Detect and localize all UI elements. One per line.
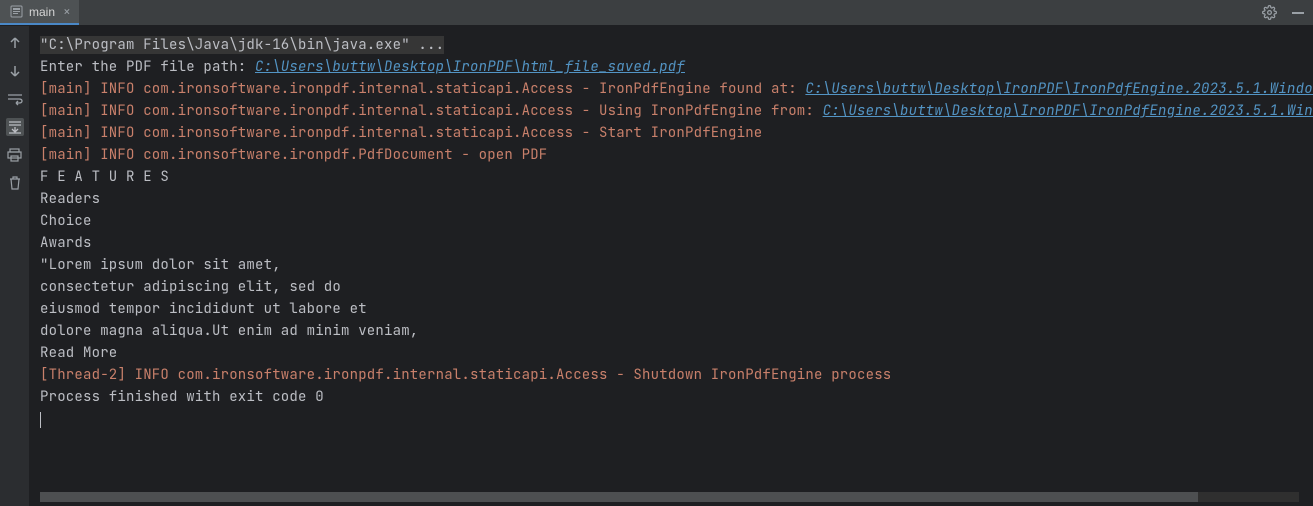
down-arrow-icon[interactable] [6,62,24,80]
exit-line: Process finished with exit code 0 [40,386,1313,408]
output-line: Readers [40,188,1313,210]
tab-label: main [29,5,55,19]
log-line: [main] INFO com.ironsoftware.ironpdf.int… [40,102,823,120]
scrollbar-thumb[interactable] [40,492,1198,502]
minimize-icon[interactable] [1291,6,1305,20]
titlebar-actions [1262,5,1305,20]
output-line: "Lorem ipsum dolor sit amet, [40,254,1313,276]
output-line: Awards [40,232,1313,254]
console-output[interactable]: "C:\Program Files\Java\jdk-16\bin\java.e… [30,26,1313,506]
log-line: [Thread-2] INFO com.ironsoftware.ironpdf… [40,366,891,384]
run-tool-titlebar: main × [0,0,1313,26]
run-config-icon [10,5,23,18]
log-line: [main] INFO com.ironsoftware.ironpdf.int… [40,80,805,98]
engine-path-link[interactable]: C:\Users\buttw\Desktop\IronPDF\IronPdfEn… [823,102,1313,120]
close-tab-icon[interactable]: × [63,5,71,18]
java-command-line: "C:\Program Files\Java\jdk-16\bin\java.e… [40,36,444,54]
horizontal-scrollbar[interactable] [40,492,1299,502]
trash-icon[interactable] [6,174,24,192]
main-area: "C:\Program Files\Java\jdk-16\bin\java.e… [0,26,1313,506]
input-prompt: Enter the PDF file path: [40,58,255,76]
gear-icon[interactable] [1262,5,1277,20]
run-tab-main[interactable]: main × [0,0,79,25]
pdf-file-path-link[interactable]: C:\Users\buttw\Desktop\IronPDF\html_file… [255,58,685,76]
log-line: [main] INFO com.ironsoftware.ironpdf.int… [40,124,762,142]
output-line: consectetur adipiscing elit, sed do [40,276,1313,298]
output-line: F E A T U R E S [40,166,1313,188]
output-line: eiusmod tempor incididunt ut labore et [40,298,1313,320]
output-line: Choice [40,210,1313,232]
soft-wrap-icon[interactable] [6,90,24,108]
text-cursor [40,412,41,428]
log-line: [main] INFO com.ironsoftware.ironpdf.Pdf… [40,146,547,164]
engine-path-link[interactable]: C:\Users\buttw\Desktop\IronPDF\IronPdfEn… [805,80,1313,98]
scroll-to-end-icon[interactable] [6,118,24,136]
output-line: dolore magna aliqua.Ut enim ad minim ven… [40,320,1313,342]
up-arrow-icon[interactable] [6,34,24,52]
output-line: Read More [40,342,1313,364]
print-icon[interactable] [6,146,24,164]
console-gutter [0,26,30,506]
